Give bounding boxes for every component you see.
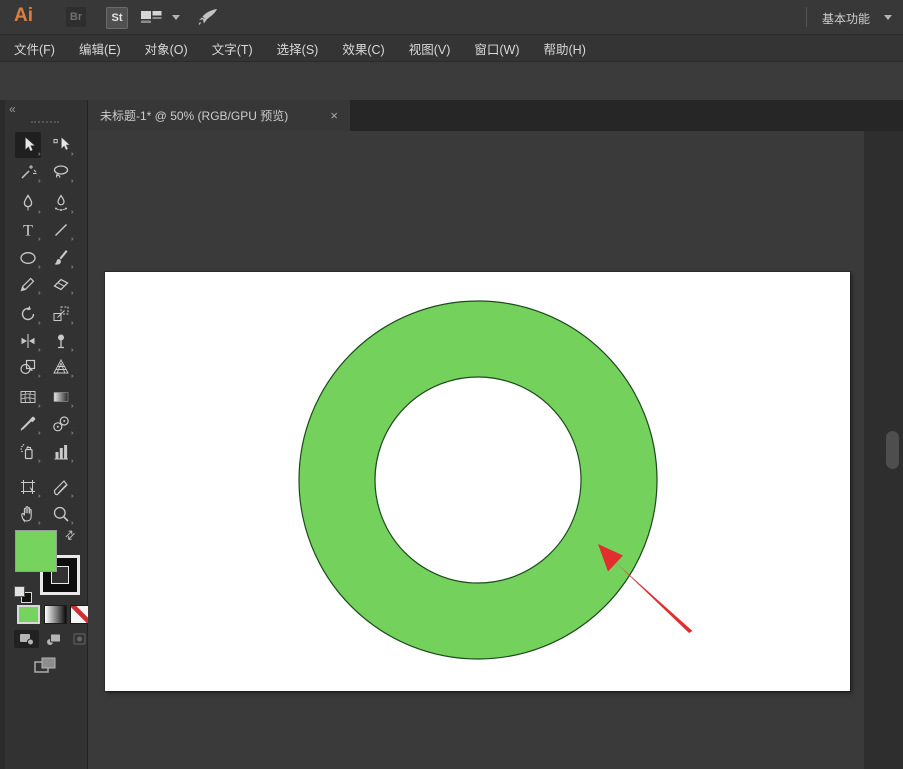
swap-fill-stroke-icon[interactable]: ⇄ (62, 526, 79, 543)
menu-item-s[interactable]: 选择(S) (277, 39, 319, 58)
app-bar: Ai Br St 基本功能 (0, 0, 903, 35)
color-button[interactable] (17, 605, 40, 624)
rotate-tool[interactable] (15, 301, 41, 327)
selection-tool[interactable] (15, 132, 41, 158)
pen-tool[interactable] (15, 190, 41, 216)
canvas-area[interactable]: ⌃ (88, 131, 903, 769)
blend-tool[interactable] (48, 411, 74, 437)
tools-panel: « ⇄ T (0, 100, 88, 769)
collapse-panel-icon[interactable]: « (9, 102, 16, 116)
gpu-performance-icon[interactable] (196, 7, 220, 32)
menu-item-o[interactable]: 对象(O) (145, 39, 188, 58)
menu-item-f[interactable]: 文件(F) (14, 39, 55, 58)
draw-normal-mode-button[interactable] (14, 630, 39, 648)
ellipse-tool[interactable] (15, 245, 41, 271)
change-screen-mode-icon[interactable] (33, 656, 59, 681)
artwork-overlay (88, 131, 903, 769)
gradient-button[interactable] (44, 605, 67, 624)
lasso-tool[interactable] (48, 159, 74, 185)
bridge-icon[interactable]: Br (66, 7, 86, 27)
symbol-sprayer-tool[interactable] (15, 439, 41, 465)
width-tool[interactable] (15, 328, 41, 354)
divider (806, 7, 807, 27)
chevron-down-icon[interactable] (884, 15, 892, 20)
menu-item-w[interactable]: 窗口(W) (474, 39, 519, 58)
donut-inner-circle[interactable] (375, 377, 581, 583)
stock-icon[interactable]: St (106, 7, 128, 29)
magic-wand-tool[interactable] (15, 159, 41, 185)
panel-grip[interactable] (31, 121, 59, 126)
workspace-switcher[interactable]: 基本功能 (822, 10, 870, 27)
line-segment-tool[interactable] (48, 217, 74, 243)
eraser-tool[interactable] (48, 271, 74, 297)
menu-item-c[interactable]: 效果(C) (342, 39, 384, 58)
artboard-tool[interactable] (15, 474, 41, 500)
fill-indicator[interactable] (15, 530, 57, 572)
scroll-up-icon[interactable]: ⌃ (883, 131, 892, 138)
menu-item-t[interactable]: 文字(T) (212, 39, 253, 58)
illustrator-window: Ai Br St 基本功能 文件(F) 编辑(E) 对象(O) 文字(T) 选择(S) 效… (0, 0, 903, 769)
direct-selection-tool[interactable] (48, 132, 74, 158)
document-title: 未标题-1* @ 50% (RGB/GPU 预览) (100, 107, 288, 124)
illustrator-logo: Ai (14, 5, 33, 27)
control-bar: 未选择对象 描边: 1 pt 3 点圆形 不透明度 样式: 文档设置 首选项 (0, 63, 903, 101)
puppet-warp-tool[interactable] (48, 328, 74, 354)
draw-behind-mode-button[interactable] (41, 630, 66, 648)
menu-item-v[interactable]: 视图(V) (409, 39, 451, 58)
menu-bar: 文件(F) 编辑(E) 对象(O) 文字(T) 选择(S) 效果(C) 视图(V) 窗口(W)… (0, 35, 903, 62)
svg-text:T: T (23, 223, 33, 240)
perspective-grid-tool[interactable] (48, 354, 74, 380)
shaper-tool[interactable] (15, 271, 41, 297)
eyedropper-tool[interactable] (15, 411, 41, 437)
document-tab-bar: 未标题-1* @ 50% (RGB/GPU 预览) × (88, 100, 903, 131)
curvature-tool[interactable] (48, 190, 74, 216)
close-icon[interactable]: × (330, 109, 338, 122)
slice-tool[interactable] (48, 474, 74, 500)
mesh-tool[interactable] (15, 384, 41, 410)
gradient-tool[interactable] (48, 384, 74, 410)
arrange-documents-icon[interactable] (140, 9, 164, 30)
scale-tool[interactable] (48, 301, 74, 327)
paintbrush-tool[interactable] (48, 245, 74, 271)
document-tab[interactable]: 未标题-1* @ 50% (RGB/GPU 预览) × (88, 100, 350, 131)
scrollbar-thumb[interactable] (886, 431, 899, 469)
menu-item-h[interactable]: 帮助(H) (544, 39, 586, 58)
hand-tool[interactable] (15, 501, 41, 527)
default-fill-mini-swatch[interactable] (14, 586, 25, 597)
column-graph-tool[interactable] (48, 439, 74, 465)
shape-builder-tool[interactable] (15, 354, 41, 380)
type-tool[interactable]: T (15, 217, 41, 243)
zoom-tool[interactable] (48, 501, 74, 527)
chevron-down-icon[interactable] (172, 15, 180, 20)
menu-item-e[interactable]: 编辑(E) (79, 39, 121, 58)
